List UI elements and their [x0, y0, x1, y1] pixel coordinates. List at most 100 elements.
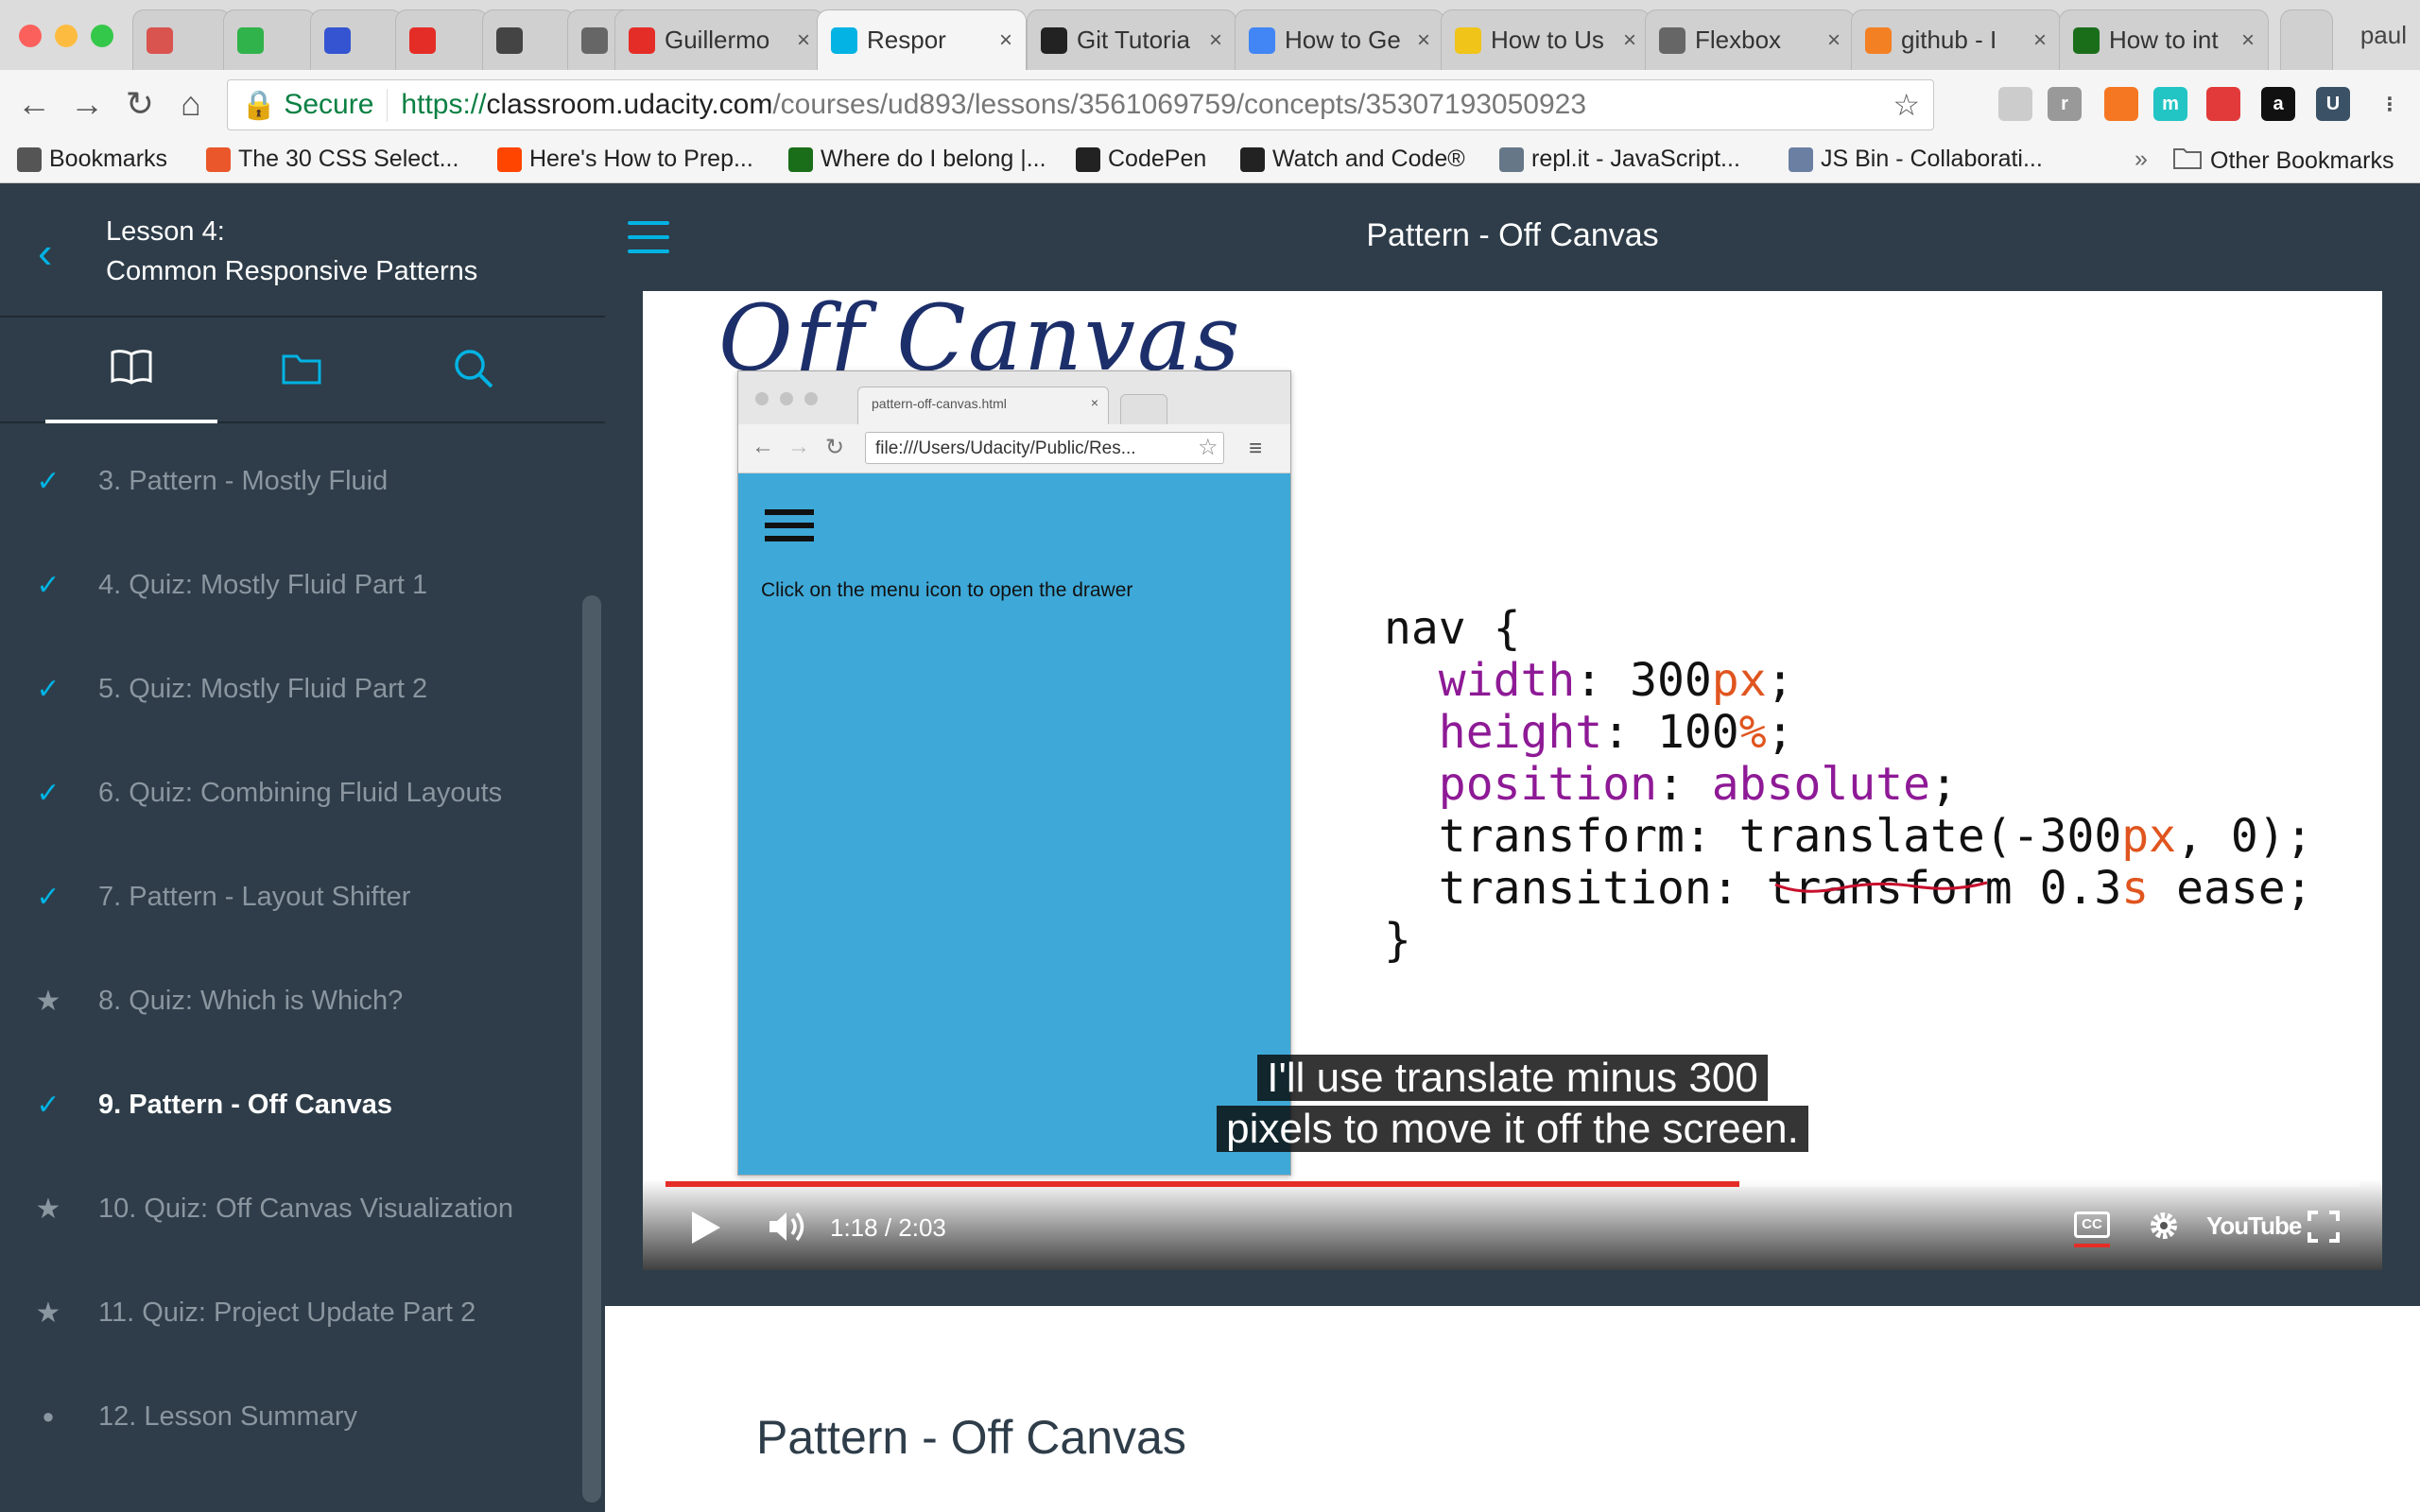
close-window-button[interactable] [19, 25, 42, 47]
udacity-icon [831, 26, 857, 54]
sidebar-item-concept[interactable]: ✓ 7. Pattern - Layout Shifter [0, 845, 577, 949]
u-icon[interactable]: U [2316, 87, 2350, 121]
other-bookmarks[interactable]: Other Bookmarks [2172, 146, 2394, 177]
header-title: Pattern - Off Canvas [1366, 217, 1659, 253]
mockup-body-text: Click on the menu icon to open the drawe… [761, 579, 1133, 601]
browser-tab[interactable] [482, 9, 575, 70]
minimize-window-button[interactable] [55, 25, 78, 47]
reddit-icon [497, 146, 522, 172]
caption-line-1: I'll use translate minus 300 [1257, 1055, 1768, 1101]
caption-line-2: pixels to move it off the screen. [1217, 1106, 1808, 1152]
m-icon[interactable]: m [2153, 87, 2187, 121]
amazon-icon[interactable]: a [2261, 87, 2295, 121]
browser-tab[interactable] [223, 9, 316, 70]
concept-label: 9. Pattern - Off Canvas [98, 1089, 393, 1120]
sidebar-scrollbar[interactable] [582, 595, 601, 1503]
cube-icon[interactable] [1998, 87, 2032, 121]
profile-name[interactable]: paul [2360, 21, 2407, 50]
captions-icon[interactable]: CC [2074, 1211, 2110, 1238]
progress-fill [666, 1181, 1740, 1187]
sidebar-item-concept[interactable]: ✓ 4. Quiz: Mostly Fluid Part 1 [0, 533, 577, 637]
play-icon[interactable] [692, 1211, 720, 1244]
bookmark-item[interactable]: Bookmarks [17, 146, 167, 173]
volume-icon[interactable] [766, 1208, 807, 1250]
browser-tab[interactable]: How to Ge × [1235, 9, 1444, 70]
sidebar-item-concept[interactable]: ● 12. Lesson Summary [0, 1365, 577, 1469]
check-icon: ✓ [36, 465, 60, 497]
close-tab-icon[interactable]: × [1209, 27, 1222, 54]
mushroom-icon [147, 26, 173, 54]
address-bar[interactable]: 🔒 Secure https://classroom.udacity.com/co… [227, 79, 1934, 130]
bookmark-star-icon[interactable]: ☆ [1893, 87, 1920, 123]
sidebar-item-concept[interactable]: ★ 8. Quiz: Which is Which? [0, 949, 577, 1053]
stackoverflow-icon [1865, 26, 1892, 54]
bookmark-item[interactable]: Where do I belong |... [788, 146, 1046, 173]
home-button[interactable]: ⌂ [170, 83, 212, 125]
hubspot-icon[interactable] [2104, 87, 2138, 121]
browser-tab[interactable] [395, 9, 488, 70]
tab-concepts[interactable] [45, 318, 217, 423]
folder-icon [282, 352, 321, 389]
sidebar-item-concept[interactable]: ✓ 9. Pattern - Off Canvas [0, 1053, 577, 1157]
jsbin-icon [1789, 146, 1813, 172]
bookmark-item[interactable]: repl.it - JavaScript... [1499, 146, 1740, 173]
new-tab-button[interactable] [2280, 9, 2333, 70]
captions-active-indicator [2074, 1244, 2110, 1247]
close-tab-icon[interactable]: × [1417, 27, 1430, 54]
browser-tab[interactable]: How to int × [2059, 9, 2269, 70]
browser-tab[interactable] [132, 9, 231, 70]
star-icon: ★ [35, 1297, 61, 1329]
secure-indicator[interactable]: 🔒 Secure [241, 88, 389, 122]
browser-menu-icon[interactable]: ⋮ [2373, 87, 2407, 121]
concept-label: 8. Quiz: Which is Which? [98, 985, 404, 1016]
progress-bar[interactable] [666, 1181, 2360, 1187]
gear-icon[interactable] [2146, 1208, 2182, 1248]
reload-button[interactable]: ↻ [119, 83, 161, 125]
bookmark-item[interactable]: JS Bin - Collaborati... [1789, 146, 2043, 173]
bookmark-item[interactable]: The 30 CSS Select... [206, 146, 458, 173]
back-button[interactable]: ← [13, 83, 55, 125]
zoom-window-button[interactable] [91, 25, 113, 47]
browser-tab[interactable] [310, 9, 403, 70]
bookmark-item[interactable]: CodePen [1076, 146, 1206, 173]
r-icon[interactable]: r [2048, 87, 2082, 121]
close-tab-icon[interactable]: × [2241, 27, 2255, 54]
browser-tab[interactable]: Respor × [817, 9, 1027, 70]
close-tab-icon[interactable]: × [999, 27, 1012, 54]
fullscreen-icon[interactable] [2307, 1210, 2341, 1248]
search-icon [453, 348, 494, 394]
sidebar-item-concept[interactable]: ★ 11. Quiz: Project Update Part 2 [0, 1261, 577, 1365]
tomato-icon[interactable] [2206, 87, 2240, 121]
close-tab-icon[interactable]: × [1623, 27, 1636, 54]
video-player[interactable]: Off Canvas pattern-off-canvas.html × ← → … [643, 291, 2382, 1270]
browser-tab[interactable]: Flexbox × [1645, 9, 1855, 70]
browser-tab[interactable]: github - I × [1851, 9, 2061, 70]
star-icon: ★ [35, 985, 61, 1017]
youtube-logo[interactable]: YouTube [2206, 1211, 2302, 1241]
video-captions: I'll use translate minus 300 pixels to m… [643, 1053, 2382, 1155]
sidebar-item-concept[interactable]: ✓ 6. Quiz: Combining Fluid Layouts [0, 741, 577, 845]
tab-resources[interactable] [216, 318, 388, 423]
forward-button[interactable]: → [66, 83, 108, 125]
url-text[interactable]: https://classroom.udacity.com/courses/ud… [401, 89, 1893, 121]
book-icon [110, 349, 153, 389]
back-chevron-icon[interactable]: ‹ [38, 227, 52, 278]
lesson-number: Lesson 4: [106, 216, 225, 247]
browser-tab[interactable]: Git Tutoria × [1027, 9, 1236, 70]
concept-label: 5. Quiz: Mostly Fluid Part 2 [98, 673, 428, 704]
close-tab-icon[interactable]: × [1827, 27, 1841, 54]
tab-search[interactable] [388, 318, 560, 423]
bookmark-item[interactable]: Here's How to Prep... [497, 146, 753, 173]
concept-label: 11. Quiz: Project Update Part 2 [98, 1297, 476, 1328]
close-tab-icon[interactable]: × [797, 27, 810, 54]
browser-tab[interactable]: Guillermo × [614, 9, 824, 70]
secure-label: Secure [284, 89, 374, 120]
bookmarks-overflow-button[interactable]: » [2135, 146, 2148, 173]
browser-tab[interactable]: How to Us × [1441, 9, 1651, 70]
sidebar-item-concept[interactable]: ✓ 5. Quiz: Mostly Fluid Part 2 [0, 637, 577, 741]
bookmark-item[interactable]: Watch and Code® [1240, 146, 1465, 173]
bookmark-label: Where do I belong |... [821, 146, 1046, 172]
close-tab-icon[interactable]: × [2033, 27, 2047, 54]
sidebar-item-concept[interactable]: ★ 10. Quiz: Off Canvas Visualization [0, 1157, 577, 1261]
sidebar-item-concept[interactable]: ✓ 3. Pattern - Mostly Fluid [0, 429, 577, 533]
